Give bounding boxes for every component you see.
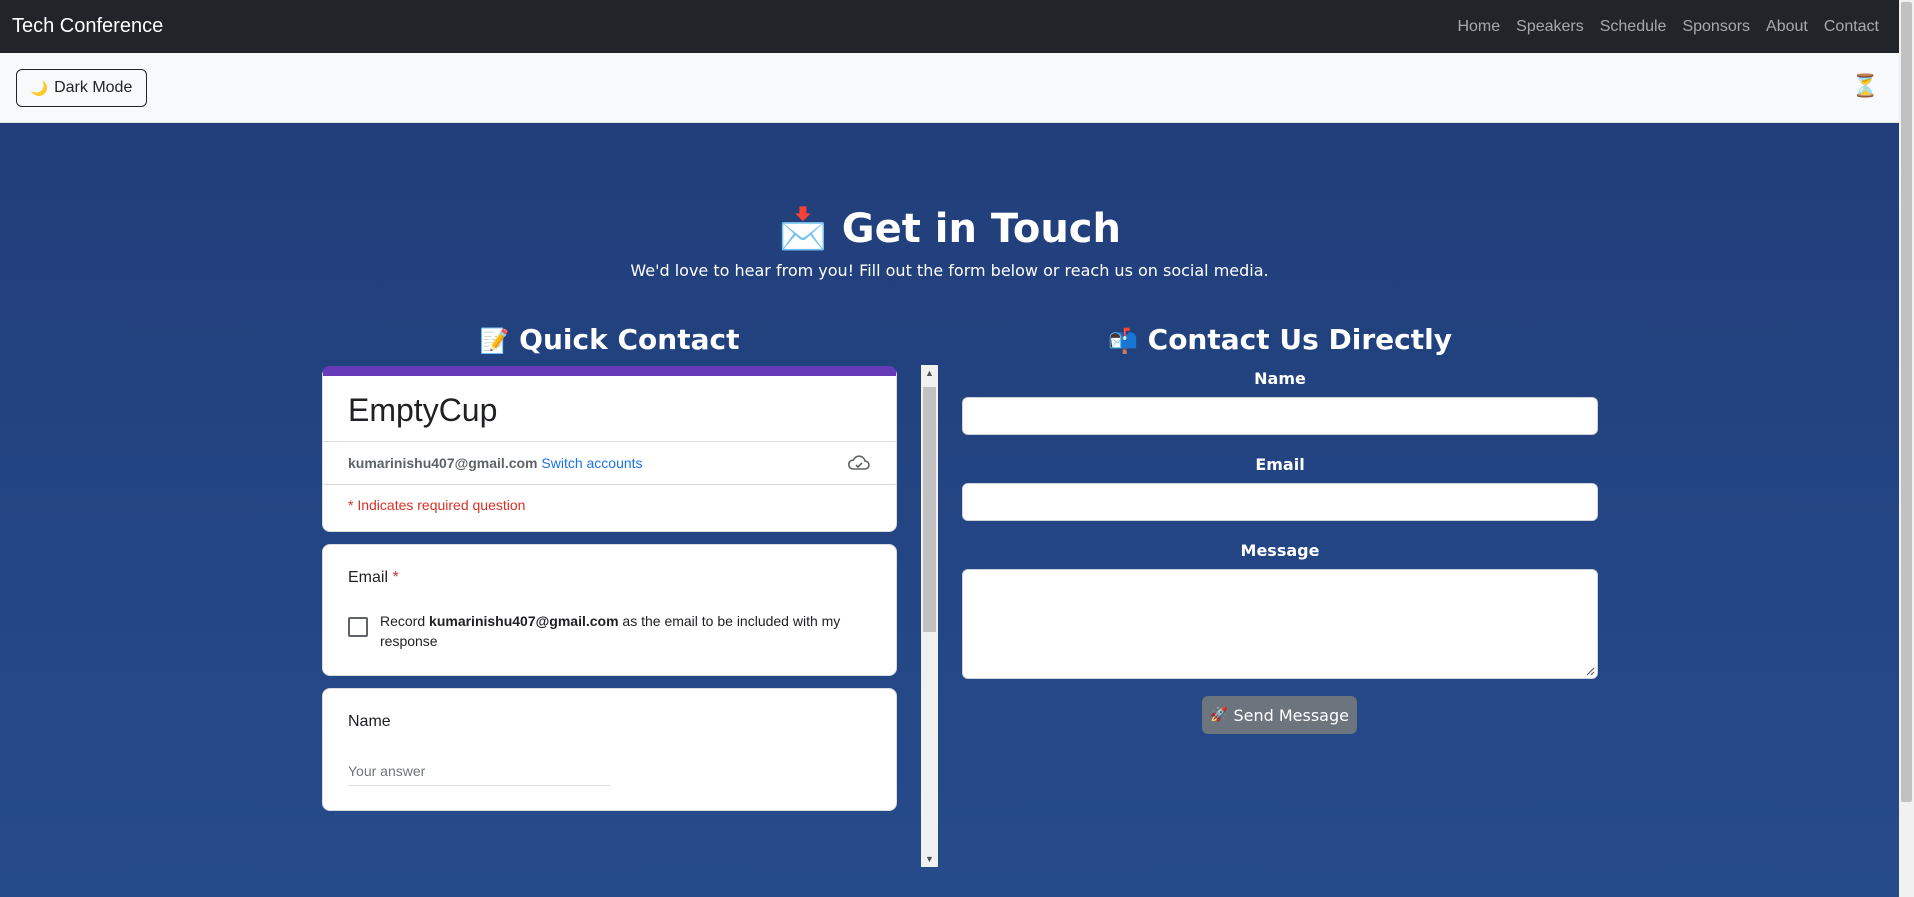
record-prefix: Record — [380, 613, 430, 629]
message-label: Message — [1240, 541, 1320, 560]
page-title: 📩 Get in Touch — [0, 205, 1899, 252]
scroll-down-arrow-icon[interactable]: ▼ — [925, 854, 934, 864]
name-question-card: Name Your answer — [322, 688, 897, 811]
record-email-checkbox[interactable] — [348, 617, 368, 637]
record-email-option[interactable]: Record kumarinishu407@gmail.com as the e… — [348, 611, 871, 651]
nav-schedule[interactable]: Schedule — [1592, 18, 1675, 36]
account-info: kumarinishu407@gmail.com Switch accounts — [348, 455, 643, 471]
toolbar: 🌙 Dark Mode ⏳ — [0, 53, 1899, 123]
nav-sponsors[interactable]: Sponsors — [1674, 18, 1758, 36]
email-label: Email — [1255, 455, 1305, 474]
embedded-form: EmptyCup kumarinishu407@gmail.com Switch… — [322, 366, 897, 823]
mailbox-icon: 📬 — [1108, 327, 1138, 355]
required-star: * — [392, 569, 399, 586]
email-input[interactable] — [962, 483, 1598, 521]
moon-icon: 🌙 — [30, 79, 49, 96]
quick-contact-heading-text: Quick Contact — [519, 323, 740, 356]
nav-links: Home Speakers Schedule Sponsors About Co… — [1449, 18, 1887, 36]
form-header-card: EmptyCup kumarinishu407@gmail.com Switch… — [322, 366, 897, 532]
cloud-saved-icon — [847, 455, 870, 470]
message-textarea[interactable] — [962, 569, 1598, 679]
record-email: kumarinishu407@gmail.com — [429, 613, 619, 629]
record-email-text: Record kumarinishu407@gmail.com as the e… — [380, 611, 871, 651]
embedded-form-frame[interactable]: EmptyCup kumarinishu407@gmail.com Switch… — [322, 366, 939, 866]
direct-contact-heading: 📬 Contact Us Directly — [962, 323, 1598, 356]
name-answer-input[interactable]: Your answer — [348, 763, 610, 786]
dark-mode-label: Dark Mode — [54, 79, 133, 96]
email-question-label: Email * — [348, 569, 871, 587]
page-scroll-thumb[interactable] — [1901, 2, 1912, 802]
form-title: EmptyCup — [348, 392, 498, 428]
resize-handle-icon[interactable] — [1585, 666, 1595, 676]
nav-about[interactable]: About — [1758, 18, 1816, 36]
name-label: Name — [1254, 369, 1306, 388]
rocket-icon: 🚀 — [1210, 707, 1228, 723]
page-title-text: Get in Touch — [841, 206, 1121, 252]
page-subtitle: We'd love to hear from you! Fill out the… — [630, 261, 1269, 280]
scroll-up-arrow-icon[interactable]: ▲ — [925, 368, 934, 378]
email-question-text: Email — [348, 569, 389, 586]
form-scrollbar[interactable]: ▲ ▼ — [921, 365, 938, 867]
account-row: kumarinishu407@gmail.com Switch accounts — [323, 441, 896, 484]
form-scroll-thumb[interactable] — [923, 387, 936, 632]
nav-contact[interactable]: Contact — [1816, 18, 1887, 36]
brand[interactable]: Tech Conference — [12, 15, 163, 38]
name-question-label: Name — [348, 713, 391, 730]
name-input[interactable] — [962, 397, 1598, 435]
send-message-button[interactable]: 🚀 Send Message — [1202, 696, 1357, 734]
envelope-icon: 📩 — [778, 206, 828, 252]
required-note: * Indicates required question — [323, 484, 896, 531]
memo-icon: 📝 — [479, 327, 510, 355]
quick-contact-heading: 📝 Quick Contact — [322, 323, 897, 356]
hourglass-icon: ⏳ — [1851, 73, 1879, 98]
email-question-card: Email * Record kumarinishu407@gmail.com … — [322, 544, 897, 676]
direct-contact-heading-text: Contact Us Directly — [1147, 323, 1452, 356]
nav-home[interactable]: Home — [1449, 18, 1508, 36]
contact-section: 📩 Get in Touch We'd love to hear from yo… — [0, 123, 1899, 897]
page-scrollbar[interactable] — [1899, 0, 1914, 897]
switch-accounts-link[interactable]: Switch accounts — [541, 455, 642, 471]
navbar: Tech Conference Home Speakers Schedule S… — [0, 0, 1899, 53]
account-email: kumarinishu407@gmail.com — [348, 455, 538, 471]
nav-speakers[interactable]: Speakers — [1508, 18, 1592, 36]
send-message-label: Send Message — [1233, 705, 1349, 725]
dark-mode-button[interactable]: 🌙 Dark Mode — [16, 69, 147, 107]
